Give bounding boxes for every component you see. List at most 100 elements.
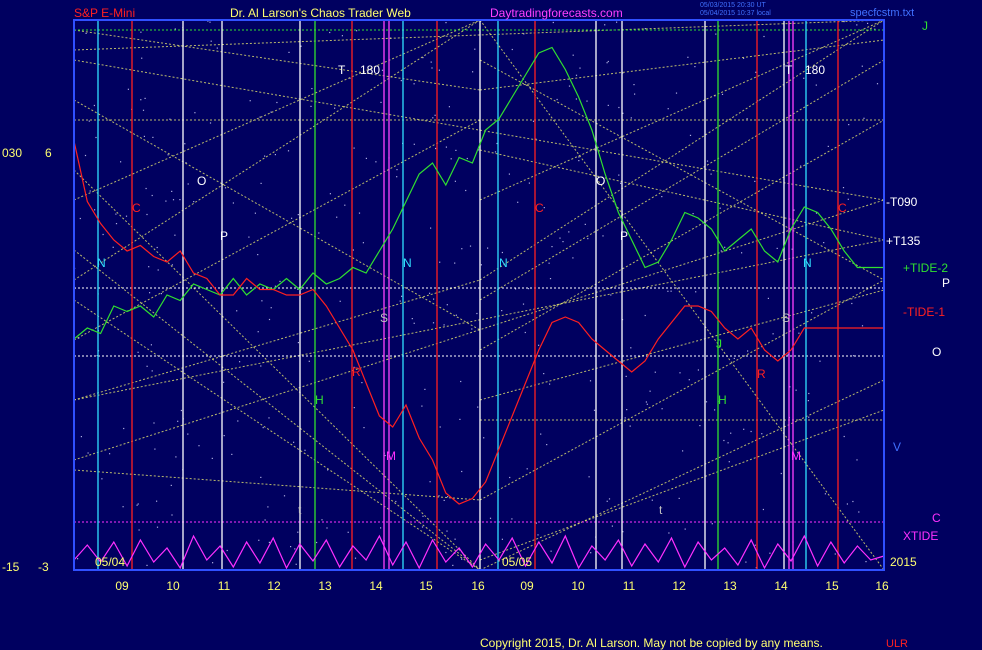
- star-dot: [454, 262, 456, 264]
- star-dot: [212, 562, 214, 564]
- star-dot: [421, 526, 424, 528]
- star-dot: [365, 157, 367, 159]
- star-dot: [827, 145, 829, 147]
- star-dot: [210, 40, 212, 42]
- star-dot: [705, 401, 708, 403]
- star-dot: [443, 499, 445, 501]
- star-dot: [295, 563, 297, 565]
- star-dot: [807, 400, 809, 402]
- star-dot: [489, 517, 492, 519]
- star-dot: [618, 174, 620, 176]
- star-dot: [84, 154, 87, 157]
- right-label: -TIDE-1: [903, 305, 945, 319]
- star-dot: [606, 500, 608, 502]
- star-dot: [743, 428, 745, 430]
- star-dot: [291, 217, 293, 219]
- star-dot: [316, 541, 318, 544]
- star-dot: [511, 48, 513, 51]
- star-dot: [446, 530, 448, 532]
- star-dot: [141, 57, 143, 59]
- star-dot: [584, 223, 586, 225]
- star-dot: [264, 519, 266, 521]
- star-dot: [668, 532, 670, 534]
- star-dot: [399, 300, 401, 302]
- star-dot: [171, 190, 173, 192]
- star-dot: [151, 370, 153, 372]
- star-dot: [232, 202, 234, 204]
- star-dot: [138, 529, 140, 531]
- star-dot: [429, 481, 431, 483]
- star-dot: [125, 215, 128, 217]
- chart-annotation: C: [838, 201, 847, 215]
- star-dot: [268, 541, 270, 543]
- star-dot: [795, 389, 797, 391]
- right-label: O: [932, 345, 941, 359]
- star-dot: [501, 251, 503, 254]
- star-dot: [461, 248, 463, 250]
- star-dot: [140, 99, 142, 101]
- star-dot: [551, 246, 553, 248]
- star-dot: [431, 67, 433, 69]
- star-dot: [511, 518, 513, 520]
- right-label: C: [932, 511, 941, 525]
- star-dot: [172, 199, 175, 201]
- star-dot: [630, 347, 632, 349]
- star-dot: [856, 459, 858, 461]
- star-dot: [755, 71, 757, 73]
- star-dot: [455, 314, 457, 316]
- star-dot: [772, 333, 774, 335]
- star-dot: [341, 35, 343, 37]
- star-dot: [448, 106, 450, 108]
- star-dot: [177, 420, 179, 422]
- star-dot: [559, 237, 561, 239]
- chart-annotation: C: [132, 201, 141, 215]
- star-dot: [620, 182, 622, 184]
- star-dot: [430, 61, 432, 63]
- star-dot: [421, 405, 423, 407]
- star-dot: [396, 176, 398, 178]
- star-dot: [461, 470, 463, 473]
- star-dot: [311, 88, 313, 90]
- star-dot: [157, 269, 159, 271]
- star-dot: [290, 546, 292, 548]
- star-dot: [754, 544, 756, 546]
- timestamp-ut: 05/03/2015 20:30 UT: [700, 2, 766, 9]
- star-dot: [380, 101, 382, 103]
- star-dot: [494, 151, 497, 153]
- chart-annotation: J: [716, 337, 722, 351]
- star-dot: [151, 194, 153, 197]
- star-dot: [450, 158, 452, 160]
- star-dot: [136, 504, 138, 506]
- right-label: +TIDE-2: [903, 261, 948, 275]
- star-dot: [624, 417, 626, 419]
- star-dot: [308, 360, 310, 362]
- star-dot: [682, 450, 684, 452]
- star-dot: [608, 498, 611, 500]
- star-dot: [834, 553, 836, 555]
- chart-annotation: 180: [360, 63, 380, 77]
- x-tick-label: 11: [623, 579, 636, 593]
- star-dot: [843, 21, 845, 23]
- star-dot: [549, 383, 551, 385]
- star-dot: [823, 242, 825, 244]
- star-dot: [761, 433, 763, 435]
- star-dot: [524, 331, 526, 334]
- star-dot: [710, 173, 712, 175]
- star-dot: [568, 85, 571, 87]
- star-dot: [145, 187, 147, 190]
- x-tick-label: 13: [723, 579, 737, 593]
- star-dot: [432, 117, 434, 119]
- star-dot: [856, 24, 858, 26]
- star-dot: [528, 182, 530, 184]
- footer-mark: ULR: [886, 638, 908, 650]
- x-tick-label: 14: [369, 579, 383, 593]
- chart-annotation: M: [386, 449, 396, 463]
- star-dot: [474, 48, 476, 50]
- star-dot: [568, 231, 570, 233]
- chart-annotation: 180: [805, 63, 825, 77]
- star-dot: [815, 84, 817, 86]
- star-dot: [297, 214, 299, 216]
- star-dot: [607, 60, 609, 63]
- star-dot: [645, 401, 647, 403]
- star-dot: [483, 437, 485, 439]
